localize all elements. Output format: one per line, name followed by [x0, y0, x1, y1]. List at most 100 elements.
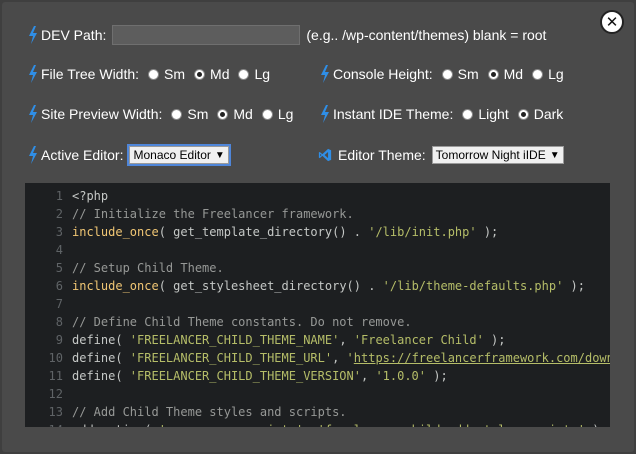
site-preview-width-sm-radio[interactable]	[171, 108, 183, 120]
code-token: );	[483, 333, 506, 347]
file-tree-width-sm-label: Sm	[164, 66, 186, 82]
code-token: add_action(	[72, 423, 159, 427]
code-token: ,	[339, 333, 354, 347]
editor-theme-select[interactable]: Tomorrow Night iIDE ▼	[431, 146, 564, 164]
code-token: // Add Child Theme styles and scripts.	[72, 405, 347, 419]
file-tree-width-lg-label: Lg	[254, 66, 271, 82]
code-token: include_once	[72, 225, 159, 239]
code-line[interactable]: 2 // Initialize the Freelancer framework.	[25, 205, 354, 223]
chevron-down-icon: ▼	[214, 149, 225, 161]
code-token: include_once	[72, 279, 159, 293]
dev-path-input[interactable]	[112, 25, 301, 45]
instant-ide-theme-row: Instant IDE Theme: Light Dark	[320, 103, 569, 125]
code-line[interactable]: 1 <?php	[25, 187, 108, 205]
line-number: 2	[55, 207, 63, 221]
code-token: 'FREELANCER_CHILD_THEME_VERSION'	[129, 369, 361, 383]
file-tree-width-md-radio[interactable]	[194, 68, 206, 80]
console-height-sm-radio[interactable]	[441, 68, 453, 80]
site-preview-width-sm-label: Sm	[187, 106, 209, 122]
code-token: define(	[72, 369, 130, 383]
code-line[interactable]: 12	[25, 385, 72, 403]
lightning-bolt-icon	[29, 26, 37, 44]
lightning-bolt-icon	[29, 65, 37, 83]
code-token: define(	[72, 351, 130, 365]
editor-theme-row: Editor Theme: Tomorrow Night iIDE ▼	[318, 144, 564, 166]
line-number: 14	[25, 421, 72, 427]
line-number: 8	[55, 315, 63, 329]
code-line[interactable]: 10 define( 'FREELANCER_CHILD_THEME_URL', …	[25, 349, 610, 367]
code-line[interactable]: 9 define( 'FREELANCER_CHILD_THEME_NAME', …	[25, 331, 506, 349]
code-token: '/lib/init.php'	[368, 225, 477, 239]
lightning-bolt-icon	[321, 105, 329, 123]
code-line[interactable]: 8 // Define Child Theme constants. Do not…	[25, 313, 412, 331]
instant-ide-theme-dark-label: Dark	[533, 106, 564, 122]
site-preview-width-lg-radio[interactable]	[261, 108, 273, 120]
code-token: ( get_template_directory() .	[158, 225, 369, 239]
code-line[interactable]: 14add_action( 'wp_enqueue_scripts', 'fre…	[25, 421, 607, 427]
instant-ide-theme-dark-radio[interactable]	[517, 108, 529, 120]
code-token: // Setup Child Theme.	[72, 261, 224, 275]
dev-path-hint: (e.g.. /wp-content/themes) blank = root	[306, 27, 547, 43]
close-button[interactable]: ✕	[600, 10, 624, 34]
code-token: 'freelancer_child_add_styles_scripts'	[318, 423, 585, 427]
code-line[interactable]: 7	[25, 295, 72, 313]
console-height-lg-radio[interactable]	[532, 68, 544, 80]
code-token: '1.0.0'	[375, 369, 427, 383]
code-line[interactable]: 5 // Setup Child Theme.	[25, 259, 224, 277]
code-line[interactable]: 3 include_once( get_template_directory() …	[25, 223, 499, 241]
code-token: 'Freelancer Child'	[353, 333, 484, 347]
file-tree-width-sm-radio[interactable]	[148, 68, 160, 80]
lightning-bolt-icon	[29, 146, 37, 164]
active-editor-label: Active Editor:	[41, 147, 124, 163]
code-token: ,	[360, 369, 376, 383]
code-token: );	[476, 225, 499, 239]
code-token: ( get_stylesheet_directory() .	[158, 279, 383, 293]
line-number: 11	[48, 369, 63, 383]
code-editor[interactable]: 1 <?php 2 // Initialize the Freelancer fram…	[25, 183, 610, 427]
editor-theme-value: Tomorrow Night iIDE	[435, 148, 546, 162]
line-number: 7	[55, 297, 63, 311]
file-tree-width-lg-radio[interactable]	[238, 68, 250, 80]
site-preview-width-md-radio[interactable]	[217, 108, 229, 120]
code-token: // Initialize the Freelancer framework.	[72, 207, 354, 221]
code-token: ,	[332, 351, 347, 365]
chevron-down-icon: ▼	[549, 149, 560, 161]
line-number: 3	[55, 225, 63, 239]
line-number: 4	[55, 243, 63, 257]
instant-ide-theme-label: Instant IDE Theme:	[333, 106, 454, 122]
active-editor-value: Monaco Editor	[133, 148, 211, 162]
instant-ide-theme-light-label: Light	[478, 106, 509, 122]
site-preview-width-label: Site Preview Width:	[41, 106, 163, 122]
code-token: ,	[303, 423, 317, 427]
site-preview-width-lg-label: Lg	[277, 106, 294, 122]
code-token: );	[563, 279, 585, 293]
code-line[interactable]: 11 define( 'FREELANCER_CHILD_THEME_VERSIO…	[25, 367, 448, 385]
code-line[interactable]: 4	[25, 241, 72, 259]
active-editor-select[interactable]: Monaco Editor ▼	[127, 144, 231, 166]
console-height-md-radio[interactable]	[487, 68, 499, 80]
file-tree-width-row: File Tree Width: Sm Md Lg	[28, 63, 276, 85]
dev-path-label: DEV Path:	[41, 27, 107, 43]
line-number: 9	[55, 333, 63, 347]
code-line[interactable]: 13 // Add Child Theme styles and scripts.	[25, 403, 347, 421]
code-token: 'wp_enqueue_scripts'	[159, 423, 304, 427]
site-preview-width-md-label: Md	[233, 106, 253, 122]
code-token: );	[426, 369, 448, 383]
site-preview-width-row: Site Preview Width: Sm Md Lg	[28, 103, 299, 125]
lightning-bolt-icon	[321, 65, 329, 83]
code-token: // Define Child Theme constants. Do not …	[72, 315, 412, 329]
code-token: 'FREELANCER_CHILD_THEME_URL'	[129, 351, 333, 365]
code-token: );	[585, 423, 606, 427]
code-token: '/lib/theme-defaults.php'	[382, 279, 564, 293]
active-editor-row: Active Editor: Monaco Editor ▼	[28, 144, 231, 166]
code-token: https://freelancerframework.com/down	[353, 351, 610, 365]
line-number: 5	[55, 261, 63, 275]
dev-path-row: DEV Path: (e.g.. /wp-content/themes) bla…	[28, 24, 546, 46]
console-height-lg-label: Lg	[548, 66, 564, 82]
line-number: 10	[48, 351, 63, 365]
file-tree-width-label: File Tree Width:	[41, 66, 140, 82]
file-tree-width-md-label: Md	[210, 66, 230, 82]
instant-ide-theme-light-radio[interactable]	[462, 108, 474, 120]
line-number: 1	[55, 189, 63, 203]
code-line[interactable]: 6 include_once( get_stylesheet_directory(…	[25, 277, 585, 295]
